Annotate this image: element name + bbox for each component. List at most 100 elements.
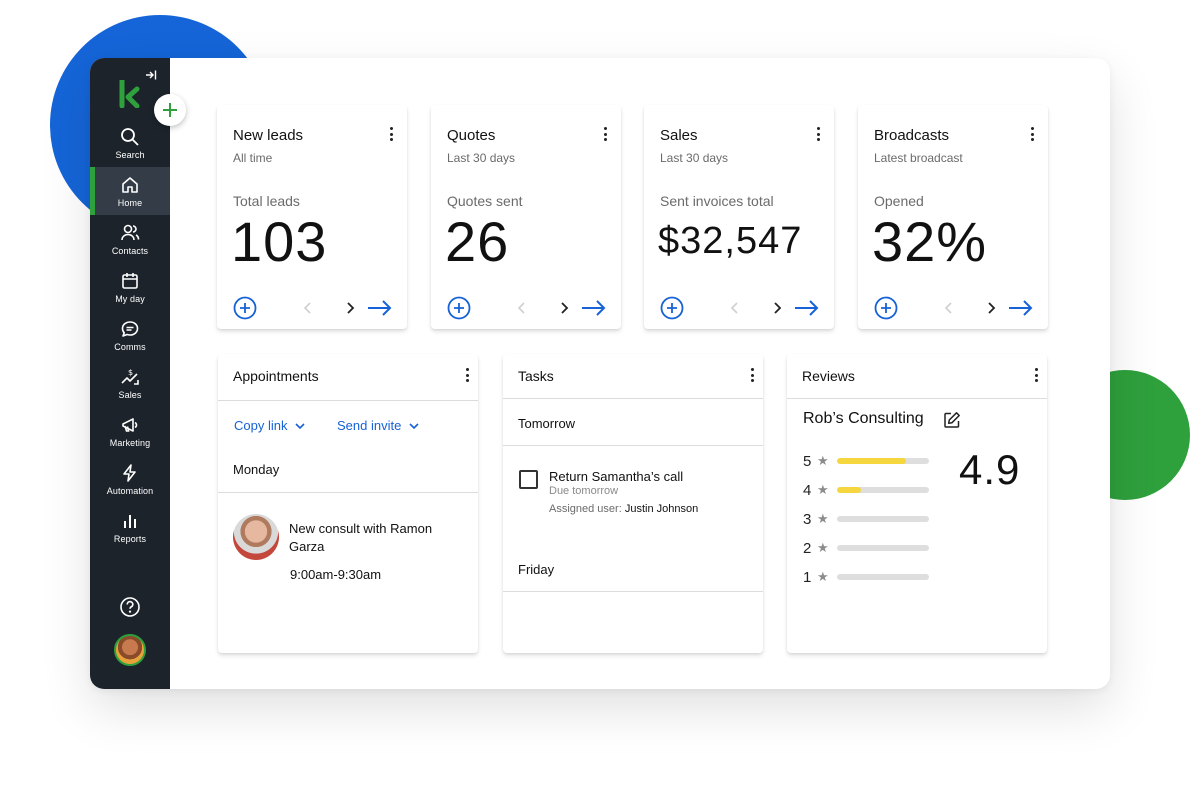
sidebar-item-sales[interactable]: $ Sales [90,359,170,407]
arrow-right-icon[interactable] [581,298,607,318]
arrow-right-icon[interactable] [367,298,393,318]
arrow-right-icon[interactable] [794,298,820,318]
rating-row: 4 ★ [803,481,929,499]
appointment-title[interactable]: New consult with Ramon Garza [289,520,459,556]
quick-add-button[interactable] [154,94,186,126]
add-circle-icon[interactable] [447,296,471,320]
sidebar-item-label: Automation [106,485,154,496]
edit-icon[interactable] [943,411,961,429]
sidebar-item-my-day[interactable]: My day [90,263,170,311]
rating-row: 5 ★ [803,452,929,470]
appointments-panel: Appointments Copy link Send invite Monda… [218,354,478,653]
average-rating: 4.9 [959,446,1021,493]
sidebar-item-reports[interactable]: Reports [90,503,170,551]
more-options-icon[interactable] [1026,125,1038,143]
lightning-icon [123,463,136,482]
copy-link-dropdown[interactable]: Copy link [234,418,306,433]
chat-icon [121,320,139,337]
sidebar-item-automation[interactable]: Automation [90,455,170,503]
panel-title: Reviews [802,368,855,384]
reviews-panel: Reviews Rob’s Consulting 5 ★ 4 ★ 3 ★ 2 ★… [787,354,1047,653]
kpi-card-sales: Sales Last 30 days Sent invoices total $… [644,105,834,329]
metric-value: 103 [231,210,328,273]
help-icon[interactable] [119,596,141,618]
chevron-right-icon[interactable] [770,301,784,315]
metric-label: Total leads [233,193,300,209]
card-subtitle: Latest broadcast [874,151,963,165]
more-options-icon[interactable] [385,125,397,143]
chevron-left-icon[interactable] [301,301,315,315]
divider [503,398,763,399]
sidebar-item-label: Comms [114,341,146,352]
rating-stars: 1 [803,568,812,586]
card-title: Broadcasts [874,127,950,144]
home-icon [122,176,138,193]
add-circle-icon[interactable] [660,296,684,320]
chevron-left-icon[interactable] [515,301,529,315]
metric-label: Quotes sent [447,193,523,209]
sidebar-item-comms[interactable]: Comms [90,311,170,359]
sidebar-item-home[interactable]: Home [90,167,170,215]
sidebar-item-label: Marketing [109,437,151,448]
plus-icon [163,103,177,117]
rating-bar [837,458,929,464]
add-circle-icon[interactable] [874,296,898,320]
sidebar-item-label: My day [115,293,145,304]
task-title[interactable]: Return Samantha’s call [549,469,683,484]
day-heading: Monday [233,462,280,477]
logo-icon[interactable] [118,80,142,108]
more-options-icon[interactable] [1030,366,1042,384]
metric-label: Opened [874,193,924,209]
rating-stars: 5 [803,452,812,470]
sidebar-item-label: Search [115,149,145,160]
tasks-panel: Tasks Tomorrow Return Samantha’s call Du… [503,354,763,653]
star-icon: ★ [817,569,829,584]
divider [787,398,1047,399]
more-options-icon[interactable] [812,125,824,143]
kpi-card-broadcasts: Broadcasts Latest broadcast Opened 32% [858,105,1048,329]
more-options-icon[interactable] [599,125,611,143]
task-assignee: Assigned user: Justin Johnson [549,503,698,515]
day-heading: Tomorrow [518,416,576,431]
sidebar-item-label: Reports [113,533,147,544]
star-icon: ★ [817,540,829,555]
contact-avatar [233,514,279,560]
panel-title: Tasks [518,368,554,384]
chevron-left-icon[interactable] [942,301,956,315]
rating-bar [837,574,929,580]
rating-stars: 4 [803,481,812,499]
task-checkbox[interactable] [519,470,538,489]
task-due: Due tomorrow [549,485,619,497]
divider [218,400,478,401]
arrow-right-icon[interactable] [1008,298,1034,318]
svg-text:$: $ [128,368,133,377]
collapse-sidebar-icon[interactable] [142,66,160,84]
metric-value: 26 [445,210,510,273]
chevron-down-icon [409,422,419,429]
rating-bar-fill [837,487,861,493]
chevron-right-icon[interactable] [343,301,357,315]
star-icon: ★ [817,511,829,526]
user-avatar[interactable] [114,634,146,666]
rating-row: 1 ★ [803,568,929,586]
chevron-right-icon[interactable] [984,301,998,315]
send-invite-label: Send invite [337,418,402,433]
kpi-card-new-leads: New leads All time Total leads 103 [217,105,407,329]
chevron-left-icon[interactable] [728,301,742,315]
rating-stars: 3 [803,510,812,528]
card-subtitle: Last 30 days [660,151,729,165]
chevron-right-icon[interactable] [557,301,571,315]
star-icon: ★ [817,453,829,468]
rating-stars: 2 [803,539,812,557]
more-options-icon[interactable] [746,366,758,384]
metric-value: $32,547 [658,220,803,262]
appointment-time: 9:00am-9:30am [290,567,382,582]
sidebar-item-marketing[interactable]: Marketing [90,407,170,455]
send-invite-dropdown[interactable]: Send invite [337,418,419,433]
sidebar-item-search[interactable]: Search [90,119,170,167]
rating-bar [837,545,929,551]
sidebar-item-contacts[interactable]: Contacts [90,215,170,263]
panel-title: Appointments [233,368,319,384]
more-options-icon[interactable] [461,366,473,384]
add-circle-icon[interactable] [233,296,257,320]
